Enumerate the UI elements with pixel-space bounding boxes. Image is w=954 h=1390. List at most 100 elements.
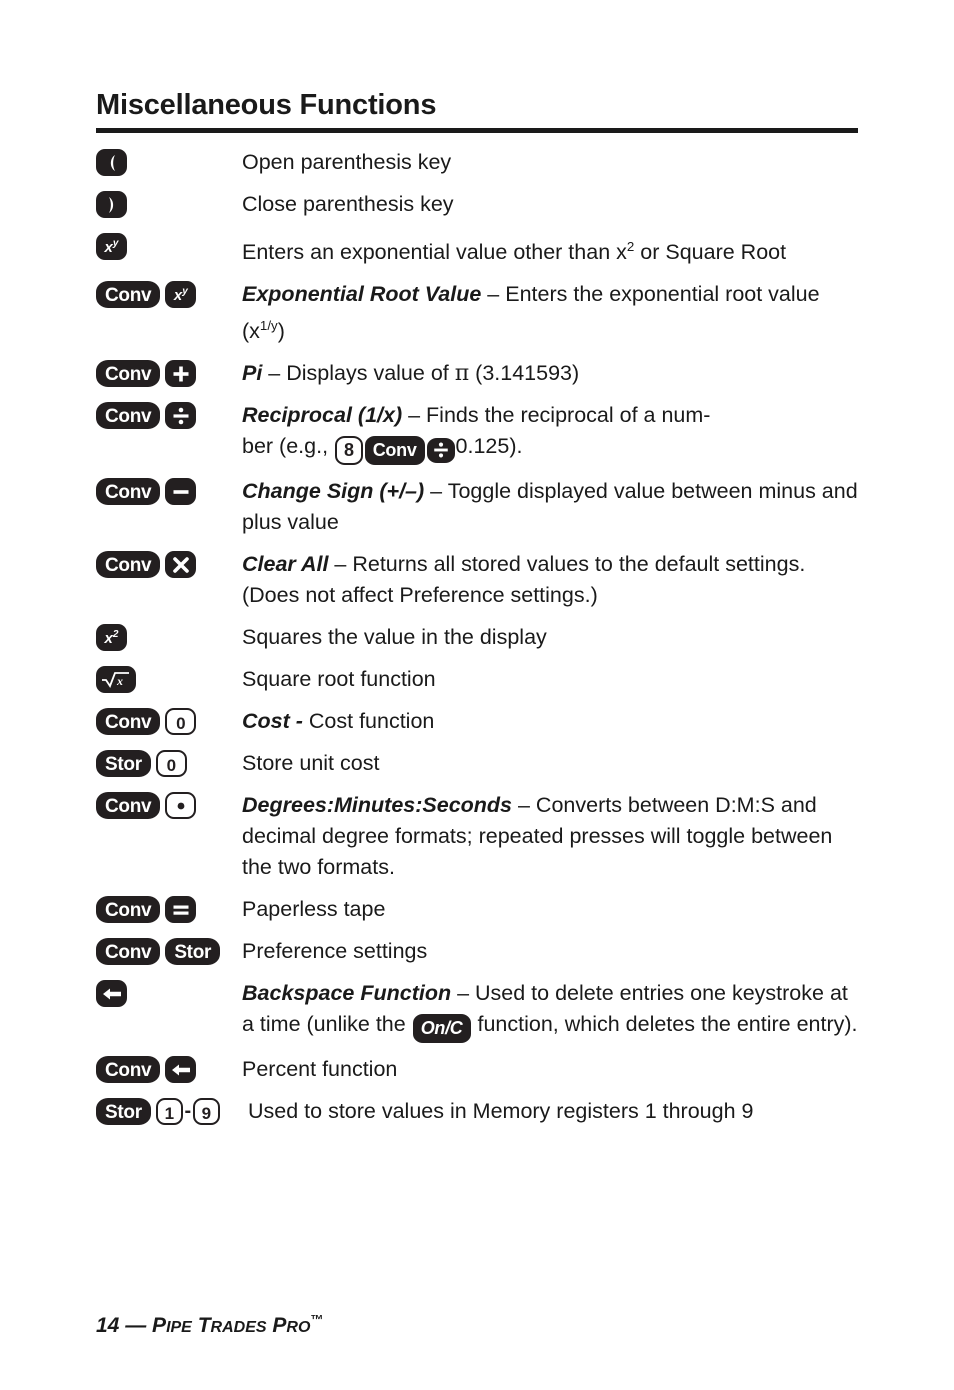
- list-item: xy Enters an exponential value other tha…: [96, 231, 858, 268]
- stor-key[interactable]: Stor: [96, 750, 151, 778]
- svg-text:x: x: [116, 674, 123, 688]
- footer-brand-rades: RADES: [210, 1319, 267, 1336]
- on-c-key-inline[interactable]: On/C: [412, 1014, 471, 1044]
- key-combo: Conv: [96, 358, 242, 388]
- desc-text: Enters an exponential value other than x: [242, 240, 627, 265]
- key-combo: Conv xy: [96, 279, 242, 309]
- page-footer: 14 — PIPE TRADES PRO™: [96, 1312, 323, 1338]
- stor-key[interactable]: Stor: [96, 1098, 151, 1126]
- footer-brand-ipe: IPE: [166, 1319, 192, 1336]
- conv-key[interactable]: Conv: [96, 551, 161, 579]
- conv-key[interactable]: Conv: [96, 281, 161, 309]
- list-item: Conv Reciprocal (1/x) – Finds the recipr…: [96, 400, 858, 466]
- stor-key[interactable]: Stor: [165, 938, 221, 966]
- desc-text: Used to store values in Memory registers…: [248, 1099, 754, 1124]
- desc-text: Paperless tape: [242, 897, 386, 922]
- square-root-key[interactable]: x: [96, 666, 136, 694]
- plus-key[interactable]: [165, 360, 197, 388]
- conv-key[interactable]: Conv: [96, 792, 161, 820]
- superscript-one-over-y: 1/y: [259, 318, 278, 334]
- desc-title: Change Sign (+/–): [242, 479, 425, 504]
- conv-key[interactable]: Conv: [96, 402, 161, 430]
- desc-title: Cost -: [242, 709, 303, 734]
- list-item: Open parenthesis key: [96, 147, 858, 178]
- list-item: Conv Paperless tape: [96, 894, 858, 925]
- desc-title: Clear All: [242, 552, 329, 577]
- one-key[interactable]: 1: [155, 1098, 183, 1126]
- title-divider: [96, 128, 858, 133]
- desc-text-cont: (3.141593): [469, 361, 580, 386]
- description: Cost - Cost function: [242, 706, 858, 737]
- list-item: Conv Degrees:Minutes:Seconds – Converts …: [96, 790, 858, 883]
- desc-text: Cost function: [302, 709, 435, 734]
- key-combo: Conv 0: [96, 706, 242, 736]
- zero-key[interactable]: 0: [165, 708, 197, 736]
- desc-title: Degrees:Minutes:Seconds: [242, 793, 513, 818]
- footer-brand-t: T: [197, 1314, 211, 1337]
- key-combo: Conv: [96, 549, 242, 579]
- description: Preference settings: [242, 936, 858, 967]
- x-squared-key[interactable]: x2: [96, 624, 127, 652]
- backspace-key[interactable]: [165, 1056, 197, 1084]
- key-label-x: x: [104, 239, 113, 256]
- list-item: Conv Stor Preference settings: [96, 936, 858, 967]
- list-item: x2 Squares the value in the display: [96, 622, 858, 653]
- minus-key[interactable]: [165, 478, 197, 506]
- key-combo: Conv: [96, 894, 242, 924]
- open-paren-key[interactable]: [96, 149, 127, 176]
- backspace-key[interactable]: [96, 980, 127, 1008]
- conv-key[interactable]: Conv: [96, 478, 161, 506]
- key-combo: Conv: [96, 790, 242, 820]
- zero-key[interactable]: 0: [155, 750, 187, 778]
- desc-text-cont: or Square Root: [634, 240, 787, 265]
- conv-key[interactable]: Conv: [96, 1056, 161, 1084]
- key-combo: x2: [96, 622, 242, 652]
- description: Store unit cost: [242, 748, 858, 779]
- description: Paperless tape: [242, 894, 858, 925]
- conv-key[interactable]: Conv: [96, 360, 161, 388]
- eight-key-inline[interactable]: 8: [335, 436, 363, 466]
- key-label-y: y: [112, 238, 119, 249]
- range-dash: -: [184, 1100, 192, 1123]
- desc-text: – Displays value of: [262, 361, 455, 386]
- multiply-key[interactable]: [165, 551, 197, 579]
- description: Exponential Root Value – Enters the expo…: [242, 279, 858, 347]
- description: Clear All – Returns all stored values to…: [242, 549, 858, 611]
- key-combo: Conv Stor: [96, 936, 242, 966]
- conv-key[interactable]: Conv: [96, 938, 161, 966]
- description: Enters an exponential value other than x…: [242, 231, 858, 268]
- key-combo: [96, 189, 242, 218]
- key-combo: [96, 978, 242, 1008]
- key-label-y: y: [182, 286, 188, 298]
- decimal-point-key[interactable]: [165, 792, 197, 820]
- description: Degrees:Minutes:Seconds – Converts betwe…: [242, 790, 858, 883]
- divide-key[interactable]: [165, 402, 197, 430]
- list-item: Conv Clear All – Returns all stored valu…: [96, 549, 858, 611]
- page-title: Miscellaneous Functions: [96, 89, 437, 121]
- key-label-two: 2: [112, 629, 119, 641]
- key-combo: Stor 1 - 9: [96, 1096, 248, 1126]
- conv-key[interactable]: Conv: [96, 896, 161, 924]
- footer-page-number: 14: [96, 1314, 120, 1337]
- desc-text: Percent function: [242, 1057, 398, 1082]
- key-combo: x: [96, 664, 242, 694]
- description: Open parenthesis key: [242, 147, 858, 178]
- conv-key[interactable]: Conv: [96, 708, 161, 736]
- x-to-the-y-key[interactable]: xy: [165, 281, 197, 309]
- description: Pi – Displays value of π (3.141593): [242, 358, 858, 389]
- equals-key[interactable]: [165, 896, 197, 924]
- list-item: Stor 0 Store unit cost: [96, 748, 858, 779]
- description: Percent function: [242, 1054, 858, 1085]
- nine-key[interactable]: 9: [192, 1098, 220, 1126]
- list-item: Conv xy Exponential Root Value – Enters …: [96, 279, 858, 347]
- description: Squares the value in the display: [242, 622, 858, 653]
- close-paren-key[interactable]: [96, 191, 127, 218]
- desc-text-cont: function, which deletes the entire entry…: [471, 1012, 858, 1037]
- conv-key-inline[interactable]: Conv: [364, 436, 425, 466]
- footer-brand-p2: P: [272, 1314, 287, 1337]
- list-item: Backspace Function – Used to delete entr…: [96, 978, 858, 1044]
- key-label-x: x: [173, 287, 183, 305]
- x-to-the-y-key[interactable]: xy: [96, 233, 127, 260]
- list-item: Conv Percent function: [96, 1054, 858, 1085]
- divide-key-inline[interactable]: [426, 437, 455, 463]
